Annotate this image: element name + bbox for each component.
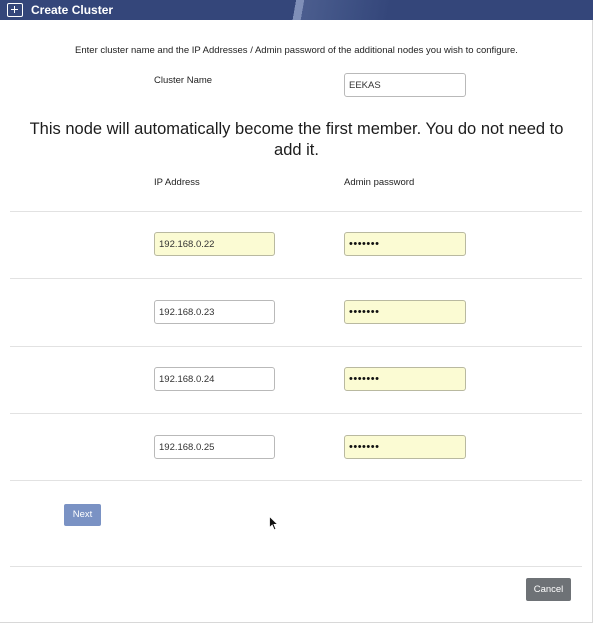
node-4-ip-input[interactable] xyxy=(154,435,275,459)
node-2-ip-input[interactable] xyxy=(154,300,275,324)
create-cluster-dialog: Create Cluster Enter cluster name and th… xyxy=(0,0,593,623)
cancel-button[interactable]: Cancel xyxy=(526,578,571,601)
ip-address-column-header: IP Address xyxy=(154,177,200,188)
node-4-password-input[interactable] xyxy=(344,435,466,459)
footer-divider xyxy=(10,566,582,567)
cluster-name-label: Cluster Name xyxy=(154,75,213,86)
title-bar: Create Cluster xyxy=(0,0,593,20)
add-window-icon xyxy=(7,3,23,17)
node-2-password-input[interactable] xyxy=(344,300,466,324)
node-1-password-input[interactable] xyxy=(344,232,466,256)
node-3-password-input[interactable] xyxy=(344,367,466,391)
admin-password-column-header: Admin password xyxy=(344,177,415,188)
node-1-ip-input[interactable] xyxy=(154,232,275,256)
row-divider xyxy=(10,480,582,481)
cluster-name-input[interactable] xyxy=(344,73,466,97)
row-divider xyxy=(10,413,582,414)
next-button[interactable]: Next xyxy=(64,504,101,526)
title-bar-decoration xyxy=(290,0,593,20)
row-divider xyxy=(10,211,582,212)
first-member-notice: This node will automatically become the … xyxy=(29,120,564,159)
row-divider xyxy=(10,346,582,347)
instructions-text: Enter cluster name and the IP Addresses … xyxy=(75,45,518,56)
node-3-ip-input[interactable] xyxy=(154,367,275,391)
row-divider xyxy=(10,278,582,279)
mouse-pointer-icon xyxy=(269,516,279,531)
dialog-title: Create Cluster xyxy=(31,3,114,17)
